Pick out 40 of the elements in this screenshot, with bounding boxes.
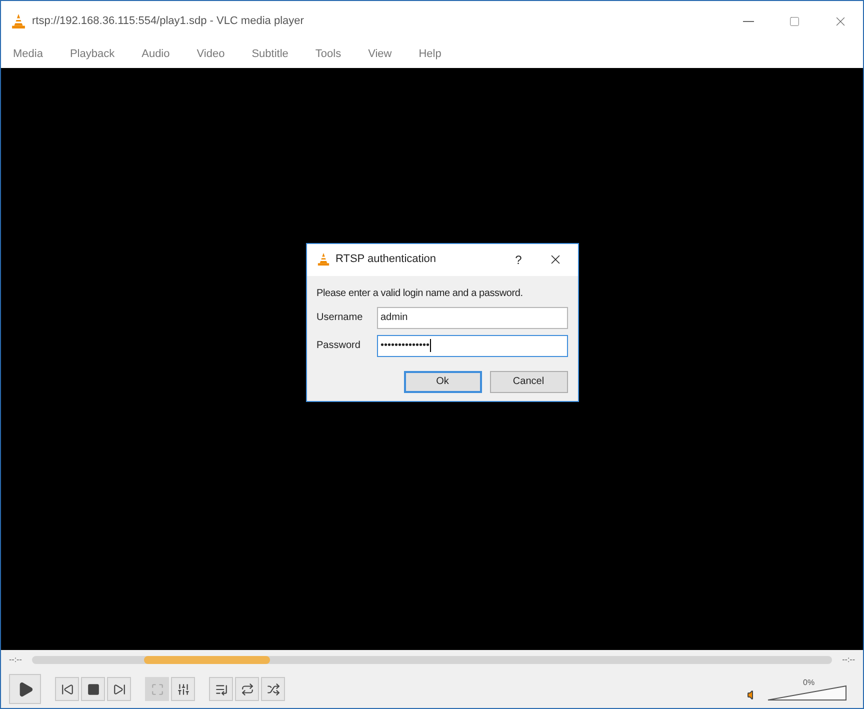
help-button[interactable]: ? — [504, 250, 534, 268]
loop-button[interactable] — [235, 677, 259, 701]
previous-icon — [60, 682, 74, 696]
input-field[interactable]: •••••••••••••• — [376, 334, 568, 356]
sliders-icon — [176, 682, 190, 696]
input-field[interactable]: admin — [376, 306, 568, 328]
equalizer-button[interactable] — [171, 677, 195, 701]
minimize-icon — [742, 20, 754, 22]
next-icon — [112, 682, 126, 696]
traffic-cone-icon — [316, 253, 330, 266]
stop-icon — [86, 682, 100, 696]
menu-item[interactable]: Video — [196, 46, 225, 63]
dialog-button[interactable]: Ok — [404, 370, 482, 392]
menu-item[interactable]: Tools — [315, 46, 342, 63]
dialog-title: RTSP authentication — [336, 252, 436, 268]
menu-item[interactable]: Audio — [142, 46, 170, 63]
loop-icon — [240, 682, 254, 696]
elapsed-time: --:-- — [9, 654, 22, 666]
menu-item[interactable]: Help — [418, 46, 442, 63]
dialog-button[interactable]: Cancel — [490, 370, 568, 392]
playlist-button[interactable] — [209, 677, 233, 701]
maximize-icon — [788, 16, 800, 26]
field-label: Password — [316, 339, 362, 353]
window-title: rtsp://192.168.36.115:554/play1.sdp - VLC media player — [32, 14, 304, 29]
shuffle-button[interactable] — [261, 677, 285, 701]
dialog-message: Please enter a valid login name and a password. — [316, 286, 524, 300]
shuffle-icon — [266, 682, 280, 696]
remaining-time: --:-- — [842, 654, 855, 666]
traffic-cone-icon — [11, 14, 26, 28]
playlist-icon — [214, 682, 228, 696]
next-button[interactable] — [107, 677, 131, 701]
field-label: Username — [316, 311, 364, 325]
menu-item[interactable]: Subtitle — [252, 46, 288, 63]
fullscreen-icon — [150, 682, 164, 696]
play-button[interactable] — [9, 674, 41, 704]
menu-item[interactable]: View — [368, 46, 392, 63]
menu-item[interactable]: Playback — [70, 46, 115, 63]
stop-button[interactable] — [81, 677, 105, 701]
previous-button[interactable] — [55, 677, 79, 701]
menu-item[interactable]: Media — [13, 46, 43, 63]
